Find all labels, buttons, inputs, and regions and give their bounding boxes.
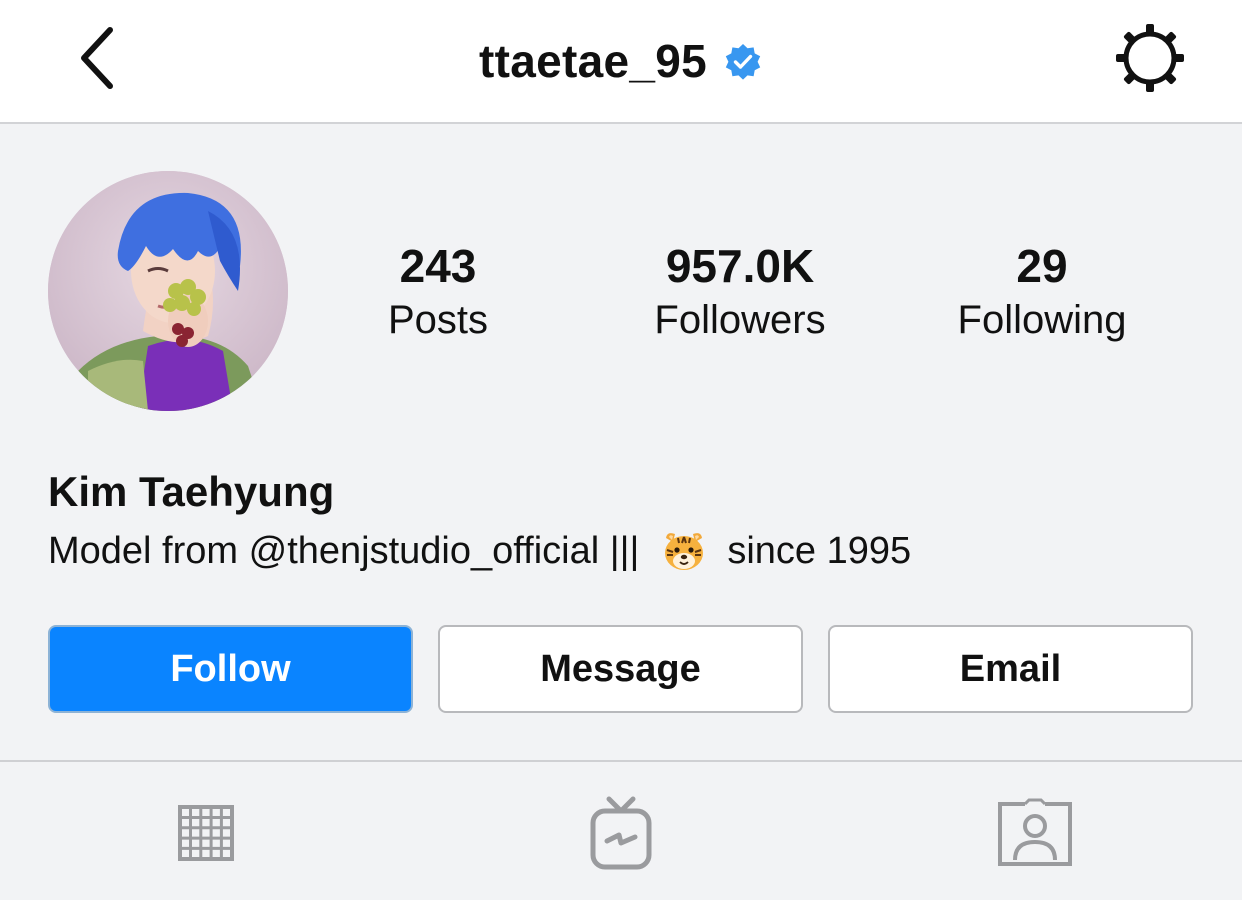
profile-bio: Model from @thenjstudio_official ||| sin… [48, 526, 911, 576]
follow-button[interactable]: Follow [48, 625, 413, 713]
profile-tab-bar [0, 760, 1242, 900]
email-button[interactable]: Email [828, 625, 1193, 713]
posts-label: Posts [387, 298, 489, 342]
profile-photo [48, 171, 288, 411]
settings-button[interactable] [1112, 20, 1188, 96]
tiger-face-emoji [665, 533, 704, 570]
profile-username: ttaetae_95 [478, 35, 708, 87]
igtv-icon [590, 796, 652, 870]
followers-stat[interactable]: 957.0K Followers [610, 238, 870, 346]
following-count: 29 [1016, 240, 1068, 292]
following-stat[interactable]: 29 Following [912, 238, 1172, 346]
tagged-photos-icon [998, 798, 1072, 866]
title-area: ttaetae_95 [0, 0, 1242, 122]
tab-posts-grid[interactable] [156, 778, 256, 888]
posts-count: 243 [399, 240, 477, 292]
bio-text-start: Model from @thenjstudio_official ||| [48, 530, 640, 572]
posts-stat[interactable]: 243 Posts [308, 238, 568, 346]
message-button[interactable]: Message [438, 625, 803, 713]
followers-count: 957.0K [665, 240, 815, 292]
tab-igtv[interactable] [571, 778, 671, 888]
top-navigation-bar: ttaetae_95 [0, 0, 1242, 124]
profile-avatar[interactable] [48, 171, 288, 411]
followers-label: Followers [654, 298, 826, 342]
bio-text-end: since 1995 [727, 530, 912, 572]
display-name: Kim Taehyung [48, 468, 335, 515]
tab-tagged[interactable] [985, 778, 1085, 888]
verified-badge-icon [725, 44, 761, 80]
grid-icon [178, 805, 234, 861]
following-label: Following [957, 298, 1127, 342]
gear-icon [1116, 24, 1184, 92]
